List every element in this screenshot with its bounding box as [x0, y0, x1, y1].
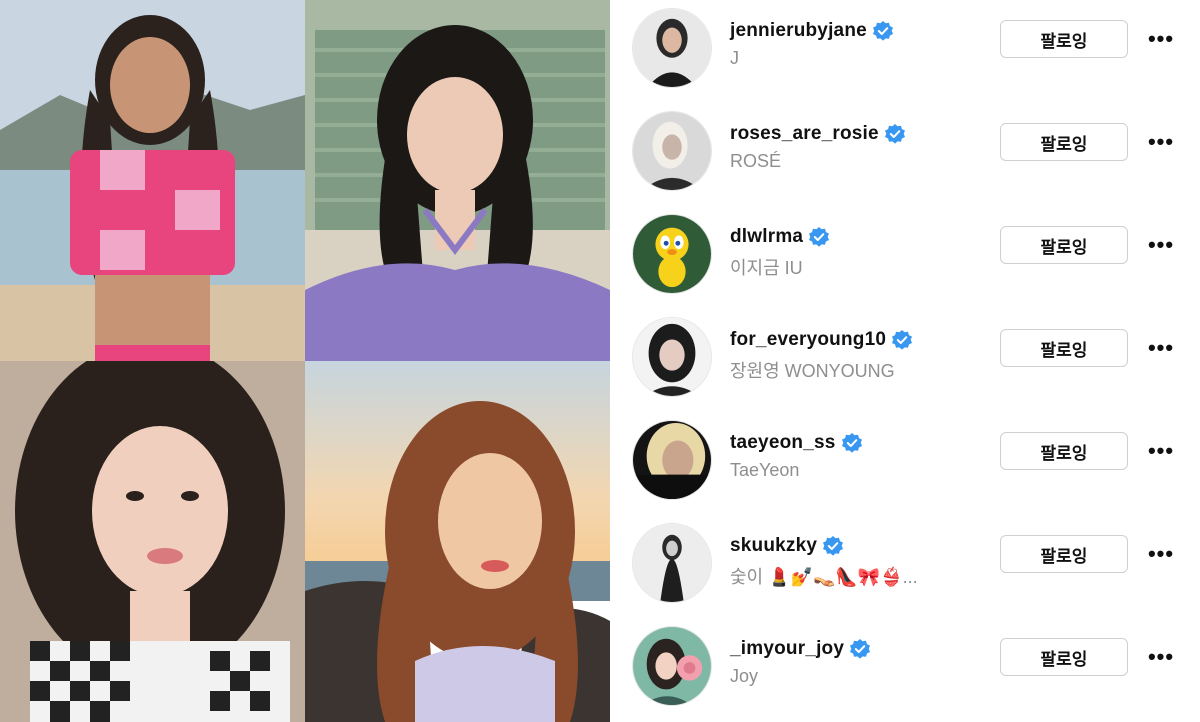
avatar[interactable] [632, 8, 712, 88]
account-row[interactable]: taeyeon_ss TaeYeon 팔로잉 ••• [610, 412, 1200, 512]
username[interactable]: dlwlrma [730, 226, 803, 248]
verified-badge-icon [809, 227, 830, 247]
username[interactable]: roses_are_rosie [730, 123, 879, 145]
following-button[interactable]: 팔로잉 [1000, 329, 1128, 367]
account-row[interactable]: roses_are_rosie ROSÉ 팔로잉 ••• [610, 103, 1200, 203]
account-row[interactable]: _imyour_joy Joy 팔로잉 ••• [610, 618, 1200, 718]
following-button[interactable]: 팔로잉 [1000, 123, 1128, 161]
display-name: J [730, 48, 739, 68]
verified-badge-icon [892, 330, 913, 350]
avatar[interactable] [632, 626, 712, 706]
following-button[interactable]: 팔로잉 [1000, 226, 1128, 264]
photo-beach-pink-top [0, 0, 305, 361]
photo-purple-halter [305, 0, 610, 361]
username[interactable]: jennierubyjane [730, 20, 867, 42]
verified-badge-icon [823, 536, 844, 556]
more-options-icon[interactable]: ••• [1146, 329, 1176, 367]
avatar[interactable] [632, 523, 712, 603]
photo-sunset-seaside [305, 361, 610, 722]
username[interactable]: taeyeon_ss [730, 432, 836, 454]
following-list: jennierubyjane J 팔로잉 ••• roses_are_rosie… [610, 0, 1200, 722]
display-name: 숯이 💄💅👡👠🎀👙... [730, 567, 918, 587]
more-options-icon[interactable]: ••• [1146, 226, 1176, 264]
display-name: Joy [730, 666, 759, 686]
more-options-icon[interactable]: ••• [1146, 638, 1176, 676]
username[interactable]: for_everyoung10 [730, 329, 886, 351]
following-button[interactable]: 팔로잉 [1000, 638, 1128, 676]
avatar[interactable] [632, 214, 712, 294]
verified-badge-icon [872, 21, 893, 41]
verified-badge-icon [841, 433, 862, 453]
following-button[interactable]: 팔로잉 [1000, 20, 1128, 58]
display-name: TaeYeon [730, 460, 800, 480]
avatar[interactable] [632, 317, 712, 397]
display-name: 장원영 WONYOUNG [730, 361, 895, 381]
more-options-icon[interactable]: ••• [1146, 432, 1176, 470]
display-name: 이지금 IU [730, 258, 803, 278]
avatar[interactable] [632, 420, 712, 500]
photo-checkered-top [0, 361, 305, 722]
display-name: ROSÉ [730, 151, 782, 171]
username[interactable]: skuukzky [730, 535, 817, 557]
following-button[interactable]: 팔로잉 [1000, 432, 1128, 470]
account-row[interactable]: skuukzky 숯이 💄💅👡👠🎀👙... 팔로잉 ••• [610, 515, 1200, 615]
following-button[interactable]: 팔로잉 [1000, 535, 1128, 573]
username[interactable]: _imyour_joy [730, 638, 844, 660]
verified-badge-icon [850, 639, 871, 659]
more-options-icon[interactable]: ••• [1146, 535, 1176, 573]
account-row[interactable]: for_everyoung10 장원영 WONYOUNG 팔로잉 ••• [610, 309, 1200, 409]
account-row[interactable]: dlwlrma 이지금 IU 팔로잉 ••• [610, 206, 1200, 306]
avatar[interactable] [632, 111, 712, 191]
more-options-icon[interactable]: ••• [1146, 123, 1176, 161]
photo-collage [0, 0, 610, 722]
more-options-icon[interactable]: ••• [1146, 20, 1176, 58]
verified-badge-icon [884, 124, 905, 144]
account-row[interactable]: jennierubyjane J 팔로잉 ••• [610, 0, 1200, 100]
